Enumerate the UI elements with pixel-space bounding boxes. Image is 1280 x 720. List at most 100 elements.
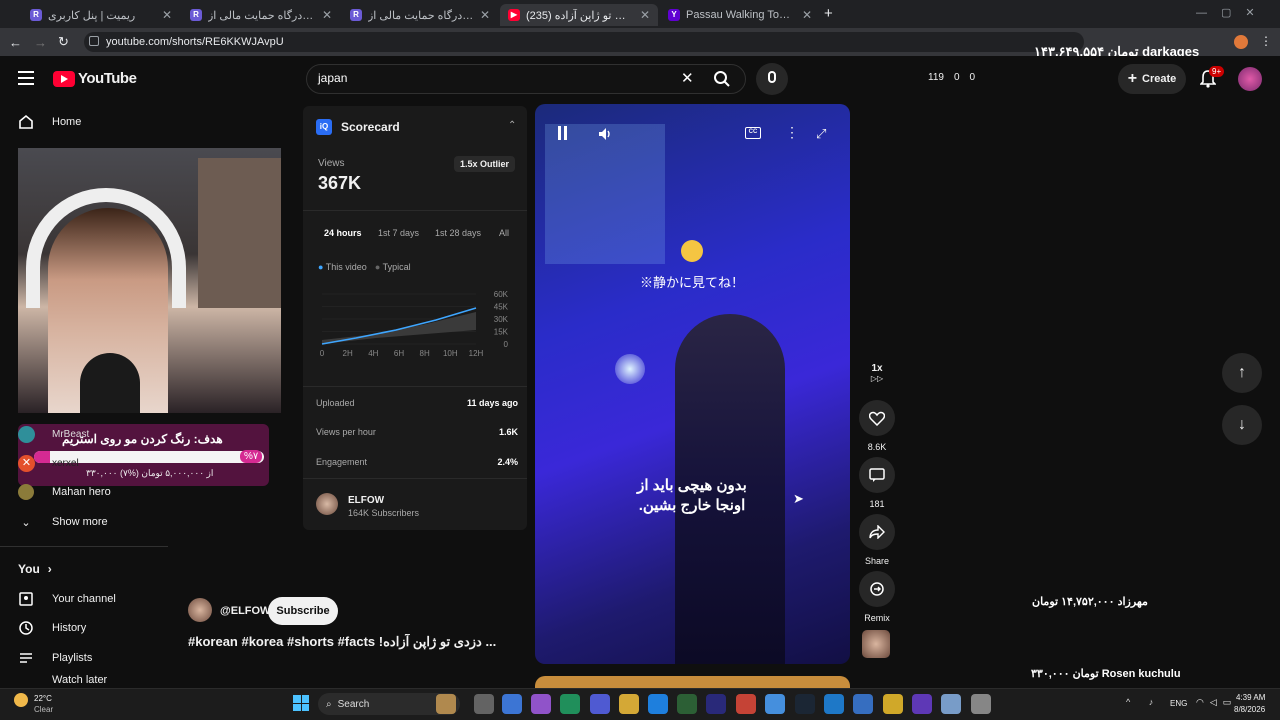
subscription-name-xerxel[interactable]: xerxel: [52, 458, 79, 469]
back-icon[interactable]: ←: [9, 35, 22, 50]
browser-tab[interactable]: Y Passau Walking Tour - Yahoo Se ✕: [660, 4, 820, 26]
browser-tab[interactable]: R ریمیت | پنل کاربری ✕: [22, 4, 180, 26]
show-more-label: Show more: [52, 516, 108, 528]
taskbar-app-icon[interactable]: [648, 694, 668, 714]
tab-close-icon[interactable]: ✕: [480, 8, 490, 22]
range-tab[interactable]: 24 hours: [324, 228, 362, 238]
window-controls[interactable]: —▢✕: [1196, 6, 1269, 19]
like-button[interactable]: 8.6K: [857, 400, 897, 452]
browser-menu-icon[interactable]: ⋮: [1260, 34, 1272, 48]
sidebar-item-your-channel[interactable]: Your channel: [0, 584, 168, 614]
subscription-avatar-xerxel[interactable]: ✕: [18, 455, 35, 472]
more-options-icon[interactable]: ⋮: [785, 124, 799, 141]
taskbar-app-icon[interactable]: [677, 694, 697, 714]
browser-tab[interactable]: R ریمیت | درگاه حمایت مالی از wn ✕: [342, 4, 498, 26]
sidebar-show-more[interactable]: ⌄ Show more: [0, 507, 168, 537]
sidebar-sub-mahan-hero[interactable]: Mahan hero: [0, 477, 168, 507]
create-button[interactable]: + Create: [1118, 64, 1186, 94]
sidebar-item-history[interactable]: History: [0, 613, 168, 643]
weather-text[interactable]: Clear: [34, 705, 53, 714]
taskbar-app-icon[interactable]: [765, 694, 785, 714]
sidebar-label-history: History: [52, 622, 87, 634]
subscription-avatar-mrbeast[interactable]: [18, 426, 35, 443]
system-tray-icons[interactable]: ^ ♪: [1126, 697, 1161, 707]
captions-icon[interactable]: CC: [745, 127, 761, 139]
taskbar-app-icon[interactable]: [474, 694, 494, 714]
url-field[interactable]: youtube.com/shorts/RE6KKWJAvpU: [84, 32, 1084, 52]
clear-search-icon[interactable]: ✕: [681, 69, 694, 87]
sidebar-item-playlists[interactable]: Playlists: [0, 643, 168, 673]
weather-temp[interactable]: 22°C: [34, 694, 52, 703]
audio-thumbnail[interactable]: [862, 630, 890, 658]
youtube-logo[interactable]: YouTube: [53, 70, 137, 87]
taskbar-app-icon[interactable]: [619, 694, 639, 714]
account-avatar[interactable]: [1238, 67, 1262, 91]
remix-button[interactable]: Remix: [857, 571, 897, 623]
profile-avatar-icon[interactable]: [1234, 35, 1248, 49]
taskbar-app-icon[interactable]: [824, 694, 844, 714]
forward-icon[interactable]: →: [34, 35, 47, 50]
tab-close-icon[interactable]: ✕: [640, 8, 650, 22]
taskbar-app-icon[interactable]: [531, 694, 551, 714]
fullscreen-icon[interactable]: ⤢: [816, 126, 826, 142]
taskbar-app-icon[interactable]: [502, 694, 522, 714]
taskbar-app-icon[interactable]: [941, 694, 961, 714]
next-short-button[interactable]: ↓: [1222, 405, 1262, 445]
stat-c: 0: [969, 72, 976, 83]
comments-button[interactable]: 181: [857, 457, 897, 509]
range-tab[interactable]: All: [499, 228, 509, 238]
channel-handle[interactable]: @ELFOW: [220, 605, 270, 617]
channel-avatar[interactable]: [188, 598, 212, 622]
previous-short-button[interactable]: ↑: [1222, 353, 1262, 393]
taskbar-app-icon[interactable]: [795, 694, 815, 714]
taskbar-app-icon[interactable]: [436, 694, 456, 714]
speed-value: 1x: [871, 363, 883, 374]
scorecard-divider: [303, 210, 527, 211]
pause-icon[interactable]: [558, 126, 567, 140]
new-tab-button[interactable]: +: [824, 5, 833, 22]
taskbar-app-icon[interactable]: [853, 694, 873, 714]
start-button[interactable]: [293, 695, 309, 711]
tab-close-icon[interactable]: ✕: [322, 8, 332, 22]
taskbar-app-icon[interactable]: [590, 694, 610, 714]
reload-icon[interactable]: ↻: [58, 34, 69, 50]
tab-close-icon[interactable]: ✕: [802, 8, 812, 22]
range-tab[interactable]: 1st 7 days: [378, 228, 419, 238]
tab-favicon-icon: R: [30, 9, 42, 21]
shorts-video-player[interactable]: [535, 104, 850, 664]
volume-icon[interactable]: [597, 126, 613, 142]
scorecard-channel-avatar[interactable]: [316, 493, 338, 515]
scorecard-channel-name[interactable]: ELFOW: [348, 495, 384, 506]
taskbar-time[interactable]: 4:39 AM: [1236, 693, 1265, 702]
weather-icon[interactable]: [14, 693, 28, 707]
taskbar-date[interactable]: 8/8/2026: [1234, 705, 1265, 714]
taskbar-app-icon[interactable]: [912, 694, 932, 714]
playback-speed-button[interactable]: 1x ▷▷: [857, 363, 897, 383]
search-icon[interactable]: [713, 70, 731, 88]
range-tab[interactable]: 1st 28 days: [435, 228, 481, 238]
wifi-volume-battery-icons[interactable]: ◠◁▭: [1196, 697, 1237, 708]
video-title[interactable]: #korean #korea #shorts #facts !دزدی تو ژ…: [188, 634, 518, 650]
taskbar-app-icon[interactable]: [971, 694, 991, 714]
sidebar-item-home[interactable]: Home: [0, 107, 168, 137]
taskbar-app-icon[interactable]: [883, 694, 903, 714]
browser-tab[interactable]: ▶ (235) دزدی تو ژاپن آزاده! #be ✕: [500, 4, 658, 26]
taskbar-app-icon[interactable]: [560, 694, 580, 714]
search-input[interactable]: japan: [318, 71, 347, 85]
share-button[interactable]: Share: [857, 514, 897, 566]
taskbar-app-icon[interactable]: [706, 694, 726, 714]
next-video-thumbnail[interactable]: [535, 676, 850, 688]
sidebar-you-heading[interactable]: You ›: [18, 562, 52, 576]
site-info-icon[interactable]: [89, 36, 99, 46]
collapse-chevron-icon[interactable]: ⌃: [508, 120, 516, 131]
sidebar-item-watch-later[interactable]: Watch later: [0, 672, 168, 688]
tab-close-icon[interactable]: ✕: [162, 8, 172, 22]
voice-search-button[interactable]: [756, 63, 788, 95]
taskbar-app-icon[interactable]: [736, 694, 756, 714]
subscribe-button[interactable]: Subscribe: [268, 597, 338, 625]
browser-tab[interactable]: R ریمیت | درگاه حمایت مالی از wn ✕: [182, 4, 340, 26]
search-box[interactable]: [306, 64, 746, 94]
video-shelf-light: [545, 124, 665, 264]
menu-icon[interactable]: [18, 71, 34, 85]
input-language[interactable]: ENG: [1170, 699, 1187, 708]
